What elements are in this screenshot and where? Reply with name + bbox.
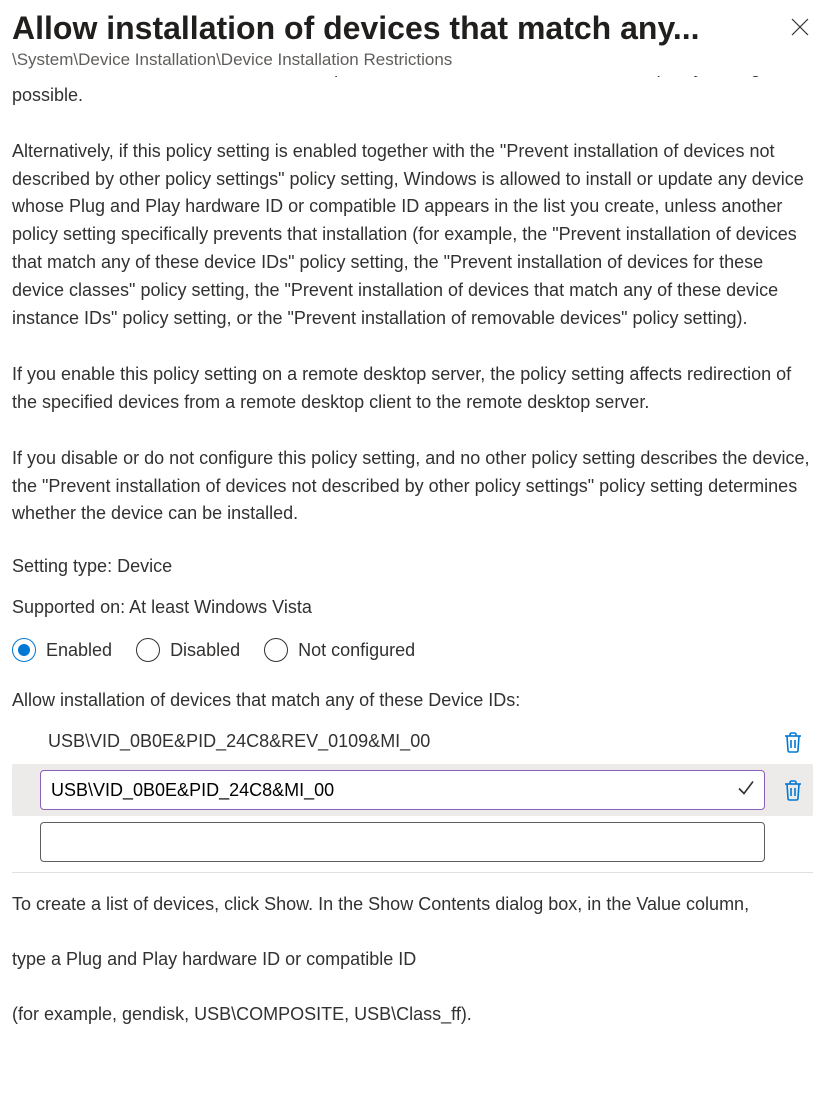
page-title: Allow installation of devices that match… bbox=[12, 8, 700, 48]
device-id-input[interactable] bbox=[40, 770, 765, 810]
radio-not-configured[interactable]: Not configured bbox=[264, 638, 415, 662]
setting-type-label: Setting type: Device bbox=[12, 556, 813, 577]
radio-label: Enabled bbox=[46, 640, 112, 661]
breadcrumb: \System\Device Installation\Device Insta… bbox=[12, 50, 813, 70]
device-id-row-new bbox=[12, 816, 813, 868]
radio-icon bbox=[136, 638, 160, 662]
close-button[interactable] bbox=[787, 14, 813, 40]
device-ids-list: USB\VID_0B0E&PID_24C8&REV_0109&MI_00 bbox=[12, 719, 813, 868]
help-text: To create a list of devices, click Show.… bbox=[12, 891, 813, 918]
supported-on-label: Supported on: At least Windows Vista bbox=[12, 597, 813, 618]
radio-label: Not configured bbox=[298, 640, 415, 661]
radio-icon bbox=[264, 638, 288, 662]
radio-disabled[interactable]: Disabled bbox=[136, 638, 240, 662]
delete-row-button[interactable] bbox=[773, 731, 813, 753]
description-paragraph: If you disable or do not configure this … bbox=[12, 445, 813, 529]
device-ids-label: Allow installation of devices that match… bbox=[12, 690, 813, 711]
radio-enabled[interactable]: Enabled bbox=[12, 638, 112, 662]
trash-icon bbox=[783, 779, 803, 801]
description-paragraph: If you enable this policy setting on a r… bbox=[12, 361, 813, 417]
description-paragraph: target Windows 10 versions. It is recomm… bbox=[12, 76, 813, 110]
checkmark-icon bbox=[737, 779, 755, 802]
device-id-value[interactable]: USB\VID_0B0E&PID_24C8&REV_0109&MI_00 bbox=[12, 725, 765, 758]
radio-icon bbox=[12, 638, 36, 662]
device-id-input-new[interactable] bbox=[40, 822, 765, 862]
close-icon bbox=[791, 18, 809, 36]
state-radio-group: Enabled Disabled Not configured bbox=[12, 638, 813, 662]
delete-row-button[interactable] bbox=[773, 779, 813, 801]
trash-icon bbox=[783, 731, 803, 753]
device-id-row: USB\VID_0B0E&PID_24C8&REV_0109&MI_00 bbox=[12, 719, 813, 764]
radio-label: Disabled bbox=[170, 640, 240, 661]
divider bbox=[12, 872, 813, 873]
help-text: (for example, gendisk, USB\COMPOSITE, US… bbox=[12, 1001, 813, 1028]
device-id-row bbox=[12, 764, 813, 816]
help-text: type a Plug and Play hardware ID or comp… bbox=[12, 946, 813, 973]
description-paragraph: Alternatively, if this policy setting is… bbox=[12, 138, 813, 333]
